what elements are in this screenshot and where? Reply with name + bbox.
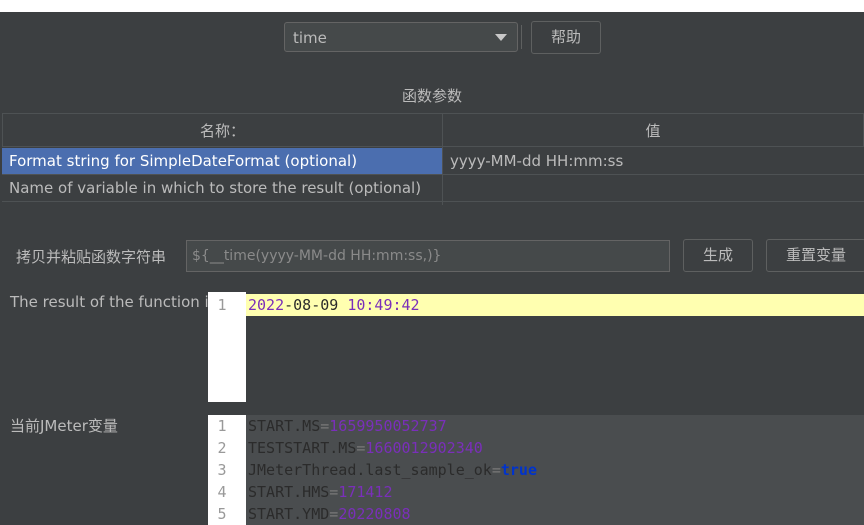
column-header-name[interactable]: 名称： <box>2 113 443 147</box>
line-number: 3 <box>217 461 227 479</box>
reset-variables-button[interactable]: 重置变量 <box>766 239 864 272</box>
function-string-field[interactable] <box>186 240 670 272</box>
line-number: 2 <box>217 439 227 457</box>
row-divider <box>2 174 864 175</box>
column-divider <box>442 113 443 205</box>
line-number: 5 <box>217 505 227 523</box>
token: - <box>284 296 294 314</box>
token: true <box>500 461 537 479</box>
top-strip <box>0 0 864 12</box>
token: 09 <box>320 296 339 314</box>
variables-label: 当前JMeter变量 <box>10 417 118 435</box>
token: 1660012902340 <box>365 439 483 457</box>
table-row-name[interactable]: Format string for SimpleDateFormat (opti… <box>2 148 442 174</box>
table-row-value[interactable]: yyyy-MM-dd HH:mm:ss <box>443 148 864 174</box>
editor-top-border <box>208 403 864 415</box>
token: 1659950052737 <box>329 417 447 435</box>
variable-line: TESTSTART.MS=1660012902340 <box>248 437 483 459</box>
variables-editor[interactable]: 1 START.MS=1659950052737 2 TESTSTART.MS=… <box>208 403 864 525</box>
result-editor[interactable]: 1 2022-08-09 10:49:42 <box>208 292 864 402</box>
function-select-value: time <box>293 29 327 47</box>
params-table: 名称： 值 Format string for SimpleDateFormat… <box>2 113 864 205</box>
token: 08 <box>293 296 312 314</box>
token: 20220808 <box>338 505 411 523</box>
result-label: The result of the function is <box>10 293 217 311</box>
variable-line: START.MS=1659950052737 <box>248 415 447 437</box>
token: START.HMS <box>248 483 330 501</box>
function-select[interactable]: time <box>284 22 522 52</box>
token: 171412 <box>338 483 393 501</box>
line-number: 1 <box>217 417 227 435</box>
variable-line: JMeterThread.last_sample_ok=true <box>248 459 537 481</box>
token: = <box>329 483 339 501</box>
token: TESTSTART.MS <box>248 439 357 457</box>
token: = <box>329 505 339 523</box>
variable-line: START.YMD=20220808 <box>248 503 411 525</box>
token: = <box>491 461 501 479</box>
token: JMeterThread.last_sample_ok <box>248 461 492 479</box>
result-line: 2022-08-09 10:49:42 <box>248 294 420 316</box>
token: - <box>311 296 321 314</box>
function-string-input[interactable] <box>187 241 669 271</box>
chevron-down-icon[interactable] <box>495 34 507 41</box>
help-button[interactable]: 帮助 <box>531 21 601 54</box>
token: 10:49:42 <box>347 296 420 314</box>
table-row-value[interactable] <box>443 175 864 201</box>
variable-line: START.HMS=171412 <box>248 481 393 503</box>
generate-button[interactable]: 生成 <box>683 239 753 272</box>
copy-paste-label: 拷贝并粘贴函数字符串 <box>16 248 167 266</box>
line-number: 1 <box>217 296 227 314</box>
token: = <box>320 417 330 435</box>
section-title: 函数参数 <box>401 87 462 105</box>
token: START.MS <box>248 417 321 435</box>
token: START.YMD <box>248 505 330 523</box>
line-number: 4 <box>217 483 227 501</box>
column-header-value[interactable]: 值 <box>442 113 864 147</box>
token: 2022 <box>248 296 285 314</box>
select-divider <box>521 25 522 49</box>
table-row-name[interactable]: Name of variable in which to store the r… <box>2 175 442 201</box>
row-divider <box>2 201 864 202</box>
